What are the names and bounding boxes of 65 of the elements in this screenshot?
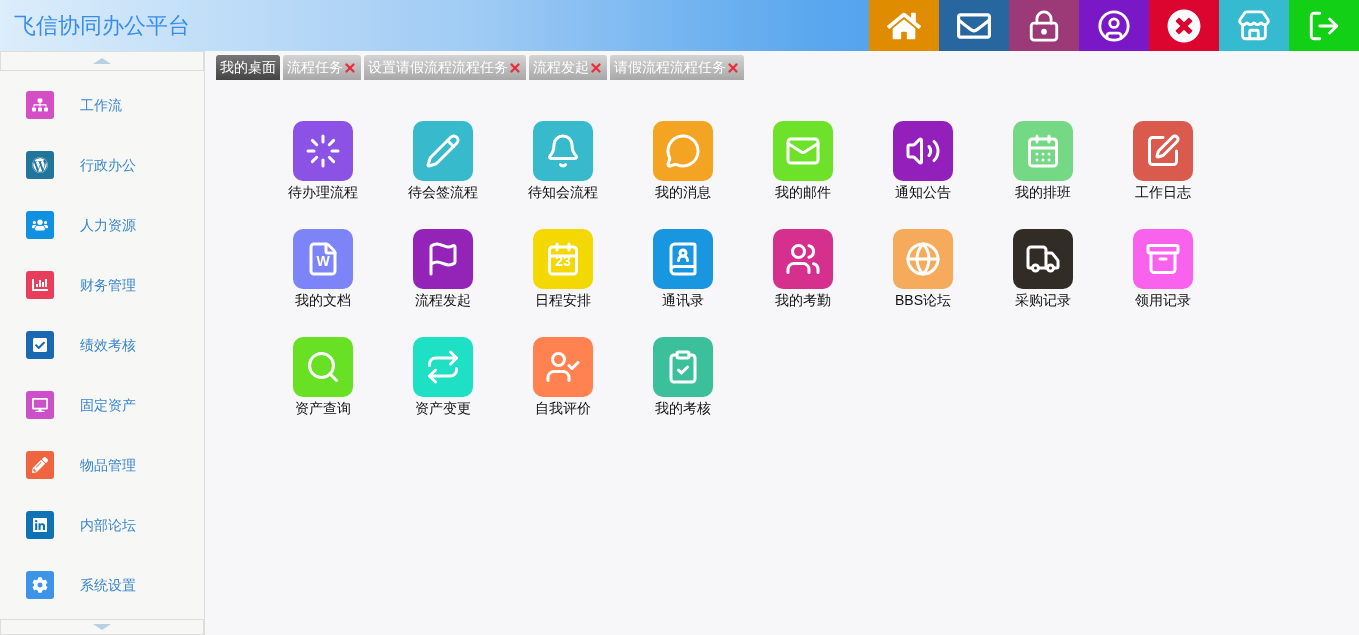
app-shortcut[interactable]: 工作日志 [1103,121,1223,203]
app-label: 我的消息 [655,183,711,202]
store-icon [1237,8,1271,43]
triangle-down-icon [93,624,111,630]
app-shortcut[interactable]: 通知公告 [863,121,983,203]
app-shortcut[interactable]: 我的邮件 [743,121,863,203]
document-icon: W [293,229,353,289]
sidebar-item[interactable]: 财务管理 [0,255,204,315]
close-tab-icon[interactable] [726,60,740,75]
close-icon [1167,8,1201,43]
close-tab-icon[interactable] [343,60,357,75]
close-tab-icon[interactable] [508,60,522,75]
app-shortcut[interactable]: 采购记录 [983,229,1103,311]
app-label: 我的排班 [1015,183,1071,202]
app-shortcut[interactable]: BBS论坛 [863,229,983,311]
close-tab-icon[interactable] [589,60,603,75]
toolbar-button[interactable] [1009,0,1079,51]
app-shortcut[interactable]: 我的消息 [623,121,743,203]
app-label: 待知会流程 [528,183,598,202]
sidebar-item[interactable]: 固定资产 [0,375,204,435]
toolbar-button[interactable] [1079,0,1149,51]
sidebar-item[interactable]: 人力资源 [0,195,204,255]
app-shortcut[interactable]: 资产变更 [383,337,503,419]
sidebar-item[interactable]: 工作流 [0,75,204,135]
app-shortcut[interactable]: 待会签流程 [383,121,503,203]
app-label: 待办理流程 [288,183,358,202]
toolbar-button[interactable] [939,0,1009,51]
lock-icon [1027,8,1061,43]
app-shortcut[interactable]: 待办理流程 [263,121,383,203]
app-shortcut[interactable]: 我的排班 [983,121,1103,203]
toolbar-button[interactable] [1149,0,1219,51]
app-label: 资产变更 [415,399,471,418]
app-shortcut[interactable]: 资产查询 [263,337,383,419]
sidebar-item[interactable]: 系统设置 [0,555,204,615]
user-icon [1097,8,1131,43]
sidebar-item[interactable]: 行政办公 [0,135,204,195]
sidebar-item[interactable]: 绩效考核 [0,315,204,375]
app-label: 工作日志 [1135,183,1191,202]
sidebar-item[interactable]: 内部论坛 [0,495,204,555]
app-shortcut[interactable]: 通讯录 [623,229,743,311]
app-label: BBS论坛 [895,291,951,310]
app-label: 我的文档 [295,291,351,310]
app-label: 自我评价 [535,399,591,418]
app-shortcut[interactable]: 我的考勤 [743,229,863,311]
app-label: 采购记录 [1015,291,1071,310]
tab[interactable]: 我的桌面 [216,55,280,80]
app-label: 日程安排 [535,291,591,310]
app-label: 流程发起 [415,291,471,310]
app-shortcut[interactable]: 领用记录 [1103,229,1223,311]
app-label: 领用记录 [1135,291,1191,310]
app-label: 资产查询 [295,399,351,418]
app-label: 我的考勤 [775,291,831,310]
app-shortcut[interactable]: 流程发起 [383,229,503,311]
app-label: 我的邮件 [775,183,831,202]
app-label: 我的考核 [655,399,711,418]
app-shortcut[interactable]: 自我评价 [503,337,623,419]
app-label: 通讯录 [662,291,704,310]
app-shortcut[interactable]: 我的考核 [623,337,743,419]
app-label: 待会签流程 [408,183,478,202]
sidebar-item[interactable]: 物品管理 [0,435,204,495]
app-title: 飞信协同办公平台 [14,12,191,40]
app-shortcut[interactable]: W 我的文档 [263,229,383,311]
app-shortcut[interactable]: 待知会流程 [503,121,623,203]
app-label: 通知公告 [895,183,951,202]
triangle-up-icon [93,58,111,64]
